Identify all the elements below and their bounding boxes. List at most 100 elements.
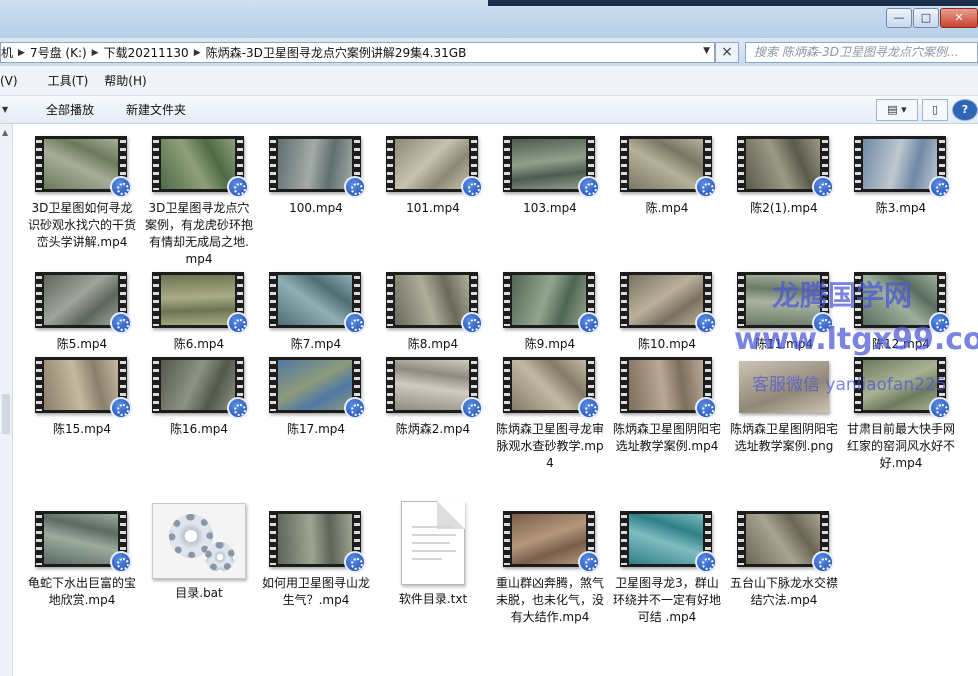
- play-all-button[interactable]: 全部播放: [12, 101, 110, 118]
- file-name-label: 3D卫星图如何寻龙识砂观水找穴的干货峦头学讲解.mp4: [28, 201, 137, 249]
- clear-address-button[interactable]: ×: [715, 42, 739, 63]
- video-thumbnail[interactable]: [152, 136, 249, 198]
- file-name-label: 陈2(1).mp4: [750, 201, 818, 215]
- video-thumbnail[interactable]: [35, 357, 132, 419]
- file-item[interactable]: 陈15.mp4: [28, 357, 136, 438]
- menu-tools[interactable]: 工具(T): [26, 72, 97, 89]
- breadcrumb-separator-icon[interactable]: ▶: [194, 48, 201, 58]
- video-thumbnail[interactable]: [854, 136, 951, 198]
- file-item[interactable]: 五台山下脉龙水交襟结穴法.mp4: [730, 511, 838, 609]
- file-item[interactable]: 重山群凶奔腾，煞气未脱，也未化气，没有大结作.mp4: [496, 511, 604, 626]
- video-thumbnail[interactable]: [620, 272, 717, 334]
- file-item[interactable]: 陈炳森卫星图寻龙审脉观水查砂教学.mp4: [496, 357, 604, 472]
- file-item[interactable]: 3D卫星图寻龙点穴案例，有龙虎砂环抱有情却无成局之地.mp4: [145, 136, 253, 268]
- maximize-button[interactable]: □: [913, 8, 939, 28]
- breadcrumb-separator-icon[interactable]: ▶: [18, 48, 25, 58]
- vertical-scrollbar[interactable]: ▲: [0, 124, 13, 676]
- media-player-badge-icon: [812, 176, 834, 198]
- file-item[interactable]: 陈2(1).mp4: [730, 136, 838, 217]
- file-item[interactable]: 陈8.mp4: [379, 272, 487, 353]
- file-item[interactable]: 陈17.mp4: [262, 357, 370, 438]
- close-button[interactable]: ✕: [940, 8, 978, 28]
- video-thumbnail[interactable]: [503, 272, 600, 334]
- video-thumbnail[interactable]: [35, 272, 132, 334]
- file-item[interactable]: 软件目录.txt: [379, 501, 487, 608]
- preview-pane-icon[interactable]: ▯: [922, 99, 948, 121]
- file-item[interactable]: 陈7.mp4: [262, 272, 370, 353]
- help-icon[interactable]: ?: [952, 99, 978, 121]
- video-thumbnail[interactable]: [152, 357, 249, 419]
- file-name-label: 陈3.mp4: [875, 201, 927, 215]
- minimize-button[interactable]: —: [886, 8, 912, 28]
- address-dropdown-icon[interactable]: ▼: [703, 46, 710, 56]
- video-thumbnail[interactable]: [386, 357, 483, 419]
- file-item[interactable]: 100.mp4: [262, 136, 370, 217]
- toolbar-chevron-icon[interactable]: ▼: [0, 105, 12, 114]
- thumbnail-frame: [746, 514, 820, 564]
- file-item[interactable]: 陈炳森2.mp4: [379, 357, 487, 438]
- file-item[interactable]: 陈16.mp4: [145, 357, 253, 438]
- view-options-button[interactable]: ▤ ▾: [876, 99, 918, 121]
- video-thumbnail[interactable]: [386, 136, 483, 198]
- video-thumbnail[interactable]: [620, 357, 717, 419]
- breadcrumb-separator-icon[interactable]: ▶: [92, 48, 99, 58]
- breadcrumb-download[interactable]: 下载20211130: [99, 44, 194, 61]
- media-player-badge-icon: [578, 176, 600, 198]
- file-item[interactable]: 龟蛇下水出巨富的宝地欣赏.mp4: [28, 511, 136, 609]
- thumbnail-frame: [278, 514, 352, 564]
- scroll-up-icon[interactable]: ▲: [2, 128, 8, 137]
- file-item[interactable]: 陈.mp4: [613, 136, 721, 217]
- file-item[interactable]: 陈10.mp4: [613, 272, 721, 353]
- watermark-site-name: 龙腾国学网: [772, 279, 913, 312]
- address-bar[interactable]: 机 ▶ 7号盘 (K:) ▶ 下载20211130 ▶ 陈炳森-3D卫星图寻龙点…: [0, 42, 715, 63]
- search-input[interactable]: 搜索 陈炳森-3D卫星图寻龙点穴案例...: [745, 42, 978, 63]
- breadcrumb-computer[interactable]: 机: [1, 44, 18, 61]
- video-thumbnail[interactable]: [269, 511, 366, 573]
- file-item[interactable]: 陈6.mp4: [145, 272, 253, 353]
- video-thumbnail[interactable]: [35, 136, 132, 198]
- batch-file-icon[interactable]: [152, 503, 246, 579]
- breadcrumb-drive[interactable]: 7号盘 (K:): [25, 44, 92, 61]
- video-thumbnail[interactable]: [503, 357, 600, 419]
- video-thumbnail[interactable]: [737, 511, 834, 573]
- media-player-badge-icon: [578, 397, 600, 419]
- video-thumbnail[interactable]: [386, 272, 483, 334]
- video-thumbnail[interactable]: [620, 511, 717, 573]
- text-file-icon[interactable]: [401, 501, 465, 585]
- video-thumbnail[interactable]: [269, 136, 366, 198]
- background-window-strip: [488, 0, 978, 6]
- video-thumbnail[interactable]: [737, 136, 834, 198]
- file-item[interactable]: 陈3.mp4: [847, 136, 955, 217]
- file-item[interactable]: 101.mp4: [379, 136, 487, 217]
- file-item[interactable]: 3D卫星图如何寻龙识砂观水找穴的干货峦头学讲解.mp4: [28, 136, 136, 251]
- video-thumbnail[interactable]: [620, 136, 717, 198]
- media-player-badge-icon: [344, 551, 366, 573]
- video-thumbnail[interactable]: [503, 511, 600, 573]
- watermark-url: www.ltgx99.com: [734, 322, 978, 357]
- video-thumbnail[interactable]: [35, 511, 132, 573]
- scrollbar-thumb[interactable]: [2, 394, 10, 434]
- menu-help[interactable]: 帮助(H): [96, 72, 154, 89]
- file-item[interactable]: 陈9.mp4: [496, 272, 604, 353]
- media-player-badge-icon: [344, 312, 366, 334]
- media-player-badge-icon: [929, 176, 951, 198]
- media-player-badge-icon: [695, 312, 717, 334]
- video-thumbnail[interactable]: [269, 272, 366, 334]
- file-list-pane[interactable]: ▲ 3D卫星图如何寻龙识砂观水找穴的干货峦头学讲解.mp4 3D卫星图寻龙点穴案例…: [0, 124, 978, 676]
- media-player-badge-icon: [227, 312, 249, 334]
- video-thumbnail[interactable]: [152, 272, 249, 334]
- new-folder-button[interactable]: 新建文件夹: [110, 101, 202, 118]
- file-item[interactable]: 如何用卫星图寻山龙生气？.mp4: [262, 511, 370, 609]
- file-item[interactable]: 陈炳森卫星图阴阳宅选址教学案例.mp4: [613, 357, 721, 455]
- breadcrumb-current-folder[interactable]: 陈炳森-3D卫星图寻龙点穴案例讲解29集4.31GB: [201, 44, 472, 61]
- file-item[interactable]: 卫星图寻龙3，群山环绕并不一定有好地可结 .mp4: [613, 511, 721, 626]
- video-thumbnail[interactable]: [503, 136, 600, 198]
- file-item[interactable]: 103.mp4: [496, 136, 604, 217]
- file-item[interactable]: 陈5.mp4: [28, 272, 136, 353]
- video-thumbnail[interactable]: [269, 357, 366, 419]
- thumbnail-frame: [512, 360, 586, 410]
- media-player-badge-icon: [578, 551, 600, 573]
- menu-view[interactable]: (V): [0, 74, 26, 88]
- file-item[interactable]: 目录.bat: [145, 503, 253, 602]
- file-name-label: 五台山下脉龙水交襟结穴法.mp4: [730, 576, 839, 607]
